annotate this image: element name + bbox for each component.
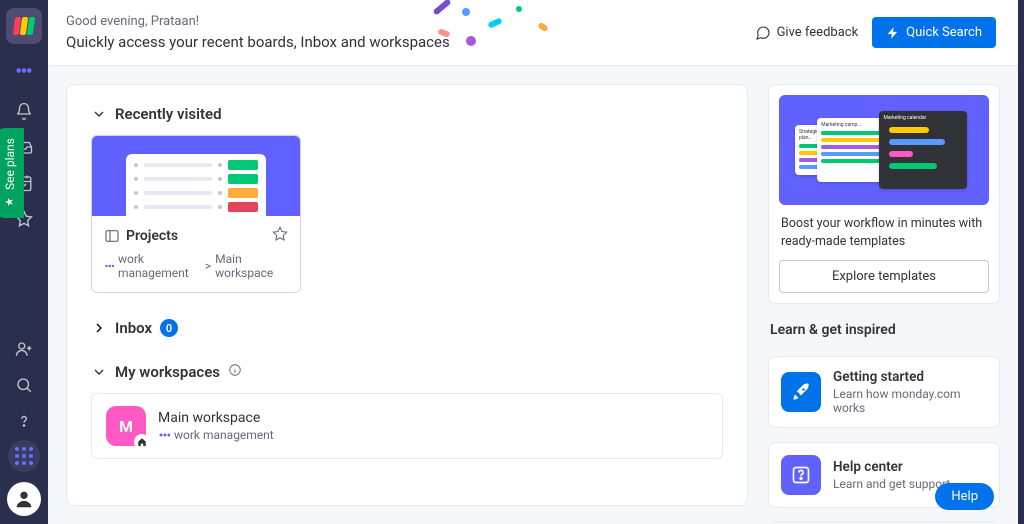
templates-blurb: Boost your workflow in minutes with read… <box>781 215 987 250</box>
learn-header: Learn & get inspired <box>768 318 1000 342</box>
templates-hero: Strategic plan... Marketing camp... Mark… <box>779 95 989 205</box>
work-management-mini-icon <box>104 260 114 272</box>
help-icon[interactable] <box>0 404 48 438</box>
recently-visited-header[interactable]: Recently visited <box>91 105 723 123</box>
invite-members-icon[interactable] <box>0 332 48 366</box>
work-management-icon[interactable] <box>0 58 48 92</box>
chevron-right-icon <box>91 320 107 336</box>
quick-search-button[interactable]: Quick Search <box>872 17 996 48</box>
board-workspace: Main workspace <box>215 252 288 280</box>
card-sub: Learn and get support <box>833 477 950 491</box>
profile-avatar[interactable] <box>7 482 41 516</box>
card-title: Help center <box>833 459 950 475</box>
templates-card: Strategic plan... Marketing camp... Mark… <box>768 84 1000 304</box>
recently-visited-label: Recently visited <box>115 105 222 123</box>
card-sub: Learn how monday.com works <box>833 387 987 415</box>
board-thumbnail <box>92 136 300 216</box>
right-column: Strategic plan... Marketing camp... Mark… <box>768 84 1000 506</box>
confetti-decoration <box>428 0 578 56</box>
left-rail: See plans <box>0 0 48 524</box>
help-center-icon <box>781 455 821 495</box>
quick-search-label: Quick Search <box>906 25 982 40</box>
my-workspaces-header[interactable]: My workspaces <box>91 363 723 381</box>
chevron-down-icon <box>91 106 107 122</box>
inbox-label: Inbox <box>115 319 152 337</box>
inbox-header[interactable]: Inbox 0 <box>91 319 723 337</box>
board-card-projects[interactable]: Projects work management > Main workspac… <box>91 135 301 293</box>
app-logo[interactable] <box>6 8 42 44</box>
my-workspaces-label: My workspaces <box>115 363 220 381</box>
favorite-star-button[interactable] <box>272 226 288 246</box>
give-feedback-button[interactable]: Give feedback <box>755 25 859 41</box>
chevron-down-icon <box>91 364 107 380</box>
workspace-avatar: M <box>106 406 146 446</box>
see-plans-button[interactable]: See plans <box>0 128 24 218</box>
see-plans-label: See plans <box>3 138 17 190</box>
content-scroll: Recently visited Projects <box>48 66 1018 524</box>
greeting-line: Good evening, Prataan! <box>66 14 450 29</box>
bolt-icon <box>886 26 900 40</box>
topbar: Good evening, Prataan! Quickly access yo… <box>48 0 1018 66</box>
center-column: Recently visited Projects <box>66 84 748 506</box>
board-title: Projects <box>126 228 266 244</box>
inbox-count-badge: 0 <box>160 319 178 337</box>
help-floating-button[interactable]: Help <box>935 483 994 510</box>
main-area: Good evening, Prataan! Quickly access yo… <box>48 0 1018 524</box>
card-title: Getting started <box>833 369 987 385</box>
search-icon[interactable] <box>0 368 48 402</box>
apps-icon[interactable] <box>8 440 40 472</box>
notifications-icon[interactable] <box>0 94 48 128</box>
greeting-block: Good evening, Prataan! Quickly access yo… <box>66 14 450 51</box>
explore-templates-button[interactable]: Explore templates <box>779 260 989 293</box>
workspace-card-main[interactable]: M Main workspace work management <box>91 393 723 459</box>
rocket-icon <box>781 372 821 412</box>
home-icon <box>134 434 150 450</box>
info-icon[interactable] <box>228 363 242 381</box>
feedback-icon <box>755 25 771 41</box>
scrollbar-track[interactable] <box>1018 0 1024 524</box>
workspace-product: work management <box>174 428 274 442</box>
workspace-name: Main workspace <box>158 410 274 426</box>
board-icon <box>104 228 120 244</box>
getting-started-card[interactable]: Getting started Learn how monday.com wor… <box>768 356 1000 428</box>
greeting-sub: Quickly access your recent boards, Inbox… <box>66 33 450 51</box>
board-sep: > <box>205 259 211 273</box>
work-management-mini-icon <box>158 429 170 441</box>
board-product: work management <box>118 252 201 280</box>
workspace-letter: M <box>119 417 133 436</box>
give-feedback-label: Give feedback <box>777 25 859 40</box>
